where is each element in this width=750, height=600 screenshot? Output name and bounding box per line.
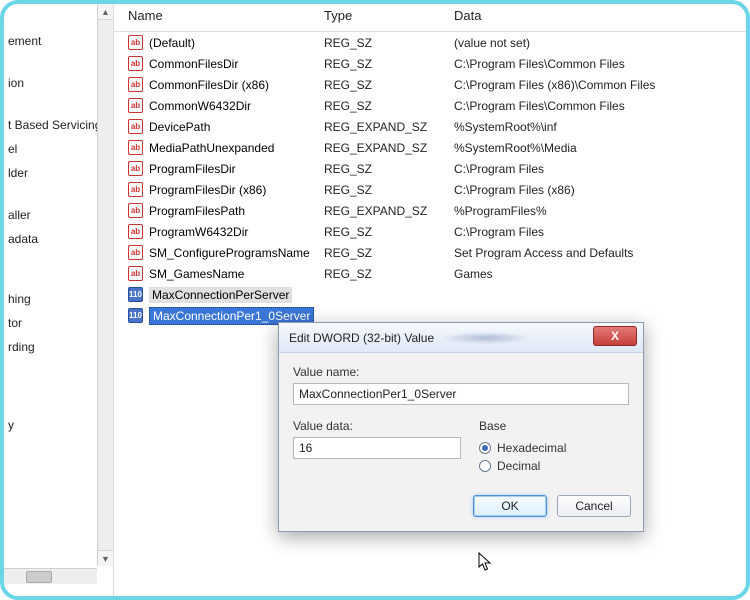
value-name: SM_GamesName: [149, 267, 244, 281]
value-row[interactable]: ab DevicePath REG_EXPAND_SZ%SystemRoot%\in…: [114, 116, 746, 137]
string-value-icon: ab: [128, 245, 143, 260]
value-data: C:\Program Files\Common Files: [454, 99, 746, 113]
radio-dec-label: Decimal: [497, 459, 540, 473]
value-type: REG_EXPAND_SZ: [324, 120, 454, 134]
string-value-icon: ab: [128, 224, 143, 239]
value-name: ProgramW6432Dir: [149, 225, 248, 239]
value-type: REG_SZ: [324, 57, 454, 71]
value-type: REG_SZ: [324, 267, 454, 281]
scroll-thumb[interactable]: [26, 571, 52, 583]
header-data[interactable]: Data: [454, 8, 746, 23]
value-name: CommonW6432Dir: [149, 99, 251, 113]
value-name: ProgramFilesDir: [149, 162, 236, 176]
value-name: DevicePath: [149, 120, 210, 134]
value-name: MediaPathUnexpanded: [149, 141, 274, 155]
value-data: C:\Program Files: [454, 225, 746, 239]
dialog-close-button[interactable]: X: [593, 326, 637, 346]
string-value-icon: ab: [128, 119, 143, 134]
ok-button[interactable]: OK: [473, 495, 547, 517]
dialog-titlebar[interactable]: Edit DWORD (32-bit) Value X: [279, 323, 643, 353]
binary-value-icon: 110: [128, 308, 143, 323]
value-row[interactable]: ab ProgramW6432Dir REG_SZC:\Program Files: [114, 221, 746, 242]
tree-pane: ementiont Based Servicingellderalleradat…: [4, 4, 114, 596]
title-blur-area: [440, 332, 532, 344]
value-name: CommonFilesDir: [149, 57, 238, 71]
value-name: ProgramFilesPath: [149, 204, 245, 218]
scroll-up-icon[interactable]: ▲: [98, 4, 113, 20]
value-name-label: Value name:: [293, 365, 629, 379]
value-name: SM_ConfigureProgramsName: [149, 246, 310, 260]
value-type: REG_SZ: [324, 162, 454, 176]
value-row[interactable]: 110 MaxConnectionPerServer: [114, 284, 746, 305]
cancel-button[interactable]: Cancel: [557, 495, 631, 517]
close-icon: X: [611, 329, 619, 343]
radio-hex-label: Hexadecimal: [497, 441, 566, 455]
base-label: Base: [479, 419, 629, 433]
radio-dot-dec-icon: [479, 460, 491, 472]
value-type: REG_SZ: [324, 99, 454, 113]
tree-horizontal-scrollbar[interactable]: [4, 568, 97, 584]
value-data: %SystemRoot%\inf: [454, 120, 746, 134]
string-value-icon: ab: [128, 266, 143, 281]
value-data-label: Value data:: [293, 419, 461, 433]
value-data: %ProgramFiles%: [454, 204, 746, 218]
edit-dword-dialog: Edit DWORD (32-bit) Value X Value name: …: [278, 322, 644, 532]
value-data: C:\Program Files (x86): [454, 183, 746, 197]
value-row[interactable]: ab (Default) REG_SZ(value not set): [114, 32, 746, 53]
string-value-icon: ab: [128, 203, 143, 218]
value-data: %SystemRoot%\Media: [454, 141, 746, 155]
value-data: C:\Program Files\Common Files: [454, 57, 746, 71]
value-row[interactable]: ab ProgramFilesDir REG_SZC:\Program Files: [114, 158, 746, 179]
value-type: REG_EXPAND_SZ: [324, 204, 454, 218]
value-row[interactable]: ab SM_ConfigureProgramsName REG_SZSet Prog…: [114, 242, 746, 263]
value-name: MaxConnectionPerServer: [149, 287, 292, 303]
dialog-body: Value name: Value data: Base Hexadecimal…: [279, 353, 643, 485]
value-name-field[interactable]: [293, 383, 629, 405]
value-data-field[interactable]: [293, 437, 461, 459]
value-data: C:\Program Files (x86)\Common Files: [454, 78, 746, 92]
string-value-icon: ab: [128, 35, 143, 50]
value-type: REG_EXPAND_SZ: [324, 141, 454, 155]
value-row[interactable]: ab SM_GamesName REG_SZGames: [114, 263, 746, 284]
value-type: REG_SZ: [324, 36, 454, 50]
value-name: ProgramFilesDir (x86): [149, 183, 266, 197]
radio-decimal[interactable]: Decimal: [479, 457, 629, 475]
value-type: REG_SZ: [324, 78, 454, 92]
dialog-title-text: Edit DWORD (32-bit) Value: [289, 331, 434, 345]
string-value-icon: ab: [128, 77, 143, 92]
value-type: REG_SZ: [324, 183, 454, 197]
value-row[interactable]: ab MediaPathUnexpanded REG_EXPAND_SZ%Syste…: [114, 137, 746, 158]
string-value-icon: ab: [128, 161, 143, 176]
binary-value-icon: 110: [128, 287, 143, 302]
tree-vertical-scrollbar[interactable]: ▲ ▼: [97, 4, 113, 566]
value-data: (value not set): [454, 36, 746, 50]
value-row[interactable]: ab CommonW6432Dir REG_SZC:\Program Files\C…: [114, 95, 746, 116]
value-type: REG_SZ: [324, 246, 454, 260]
scroll-down-icon[interactable]: ▼: [98, 550, 113, 566]
value-row[interactable]: ab ProgramFilesPath REG_EXPAND_SZ%ProgramF…: [114, 200, 746, 221]
value-data: C:\Program Files: [454, 162, 746, 176]
value-name: CommonFilesDir (x86): [149, 78, 269, 92]
value-row[interactable]: ab CommonFilesDir (x86) REG_SZC:\Program F…: [114, 74, 746, 95]
value-row[interactable]: ab CommonFilesDir REG_SZC:\Program Files\C…: [114, 53, 746, 74]
value-type: REG_SZ: [324, 225, 454, 239]
header-type[interactable]: Type: [324, 8, 454, 23]
radio-dot-hex-icon: [479, 442, 491, 454]
string-value-icon: ab: [128, 140, 143, 155]
string-value-icon: ab: [128, 56, 143, 71]
dialog-button-row: OK Cancel: [279, 485, 643, 531]
radio-hexadecimal[interactable]: Hexadecimal: [479, 439, 629, 457]
window-frame: ementiont Based Servicingellderalleradat…: [0, 0, 750, 600]
column-headers[interactable]: Name Type Data: [114, 4, 746, 32]
string-value-icon: ab: [128, 98, 143, 113]
value-data: Games: [454, 267, 746, 281]
header-name[interactable]: Name: [114, 8, 324, 23]
value-name: (Default): [149, 36, 195, 50]
value-data: Set Program Access and Defaults: [454, 246, 746, 260]
value-row[interactable]: ab ProgramFilesDir (x86) REG_SZC:\Program …: [114, 179, 746, 200]
string-value-icon: ab: [128, 182, 143, 197]
